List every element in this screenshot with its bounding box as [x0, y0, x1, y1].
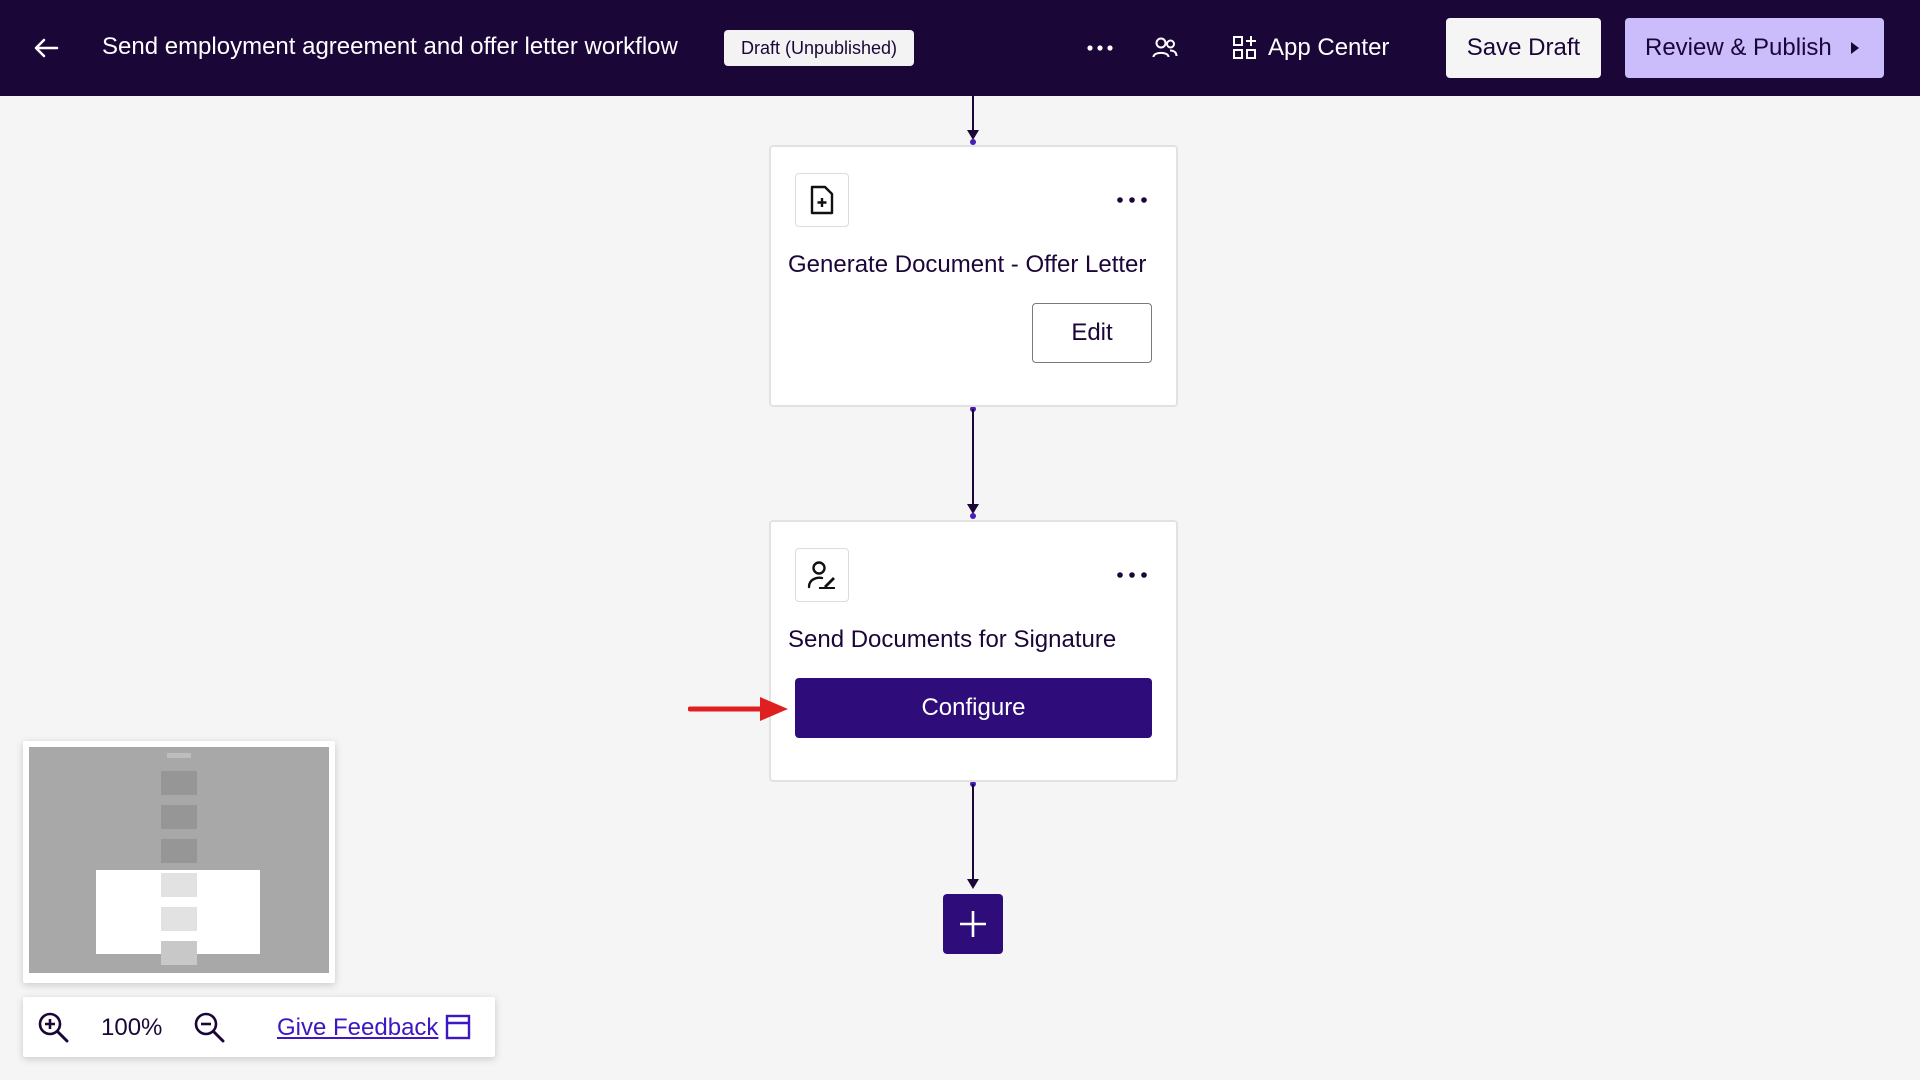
step-more-button[interactable]	[1112, 183, 1152, 217]
arrow-left-icon	[34, 38, 59, 58]
minimap-node	[161, 839, 197, 863]
minimap-node	[161, 873, 197, 897]
zoom-level: 100%	[101, 1014, 163, 1041]
more-horizontal-icon	[1087, 45, 1113, 51]
app-center-button[interactable]: App Center	[1232, 26, 1389, 70]
minimap-node	[161, 771, 197, 795]
app-grid-icon	[1233, 36, 1256, 59]
step-icon-box	[795, 173, 849, 227]
top-bar: Send employment agreement and offer lett…	[0, 0, 1920, 96]
connector-arrowhead	[967, 879, 979, 889]
step-title: Generate Document - Offer Letter	[788, 251, 1147, 278]
status-badge: Draft (Unpublished)	[724, 30, 914, 66]
feedback-window-icon[interactable]	[444, 1013, 472, 1041]
zoom-in-button[interactable]	[35, 1009, 71, 1045]
workflow-title: Send employment agreement and offer lett…	[102, 33, 678, 60]
edit-button[interactable]: Edit	[1032, 303, 1152, 363]
caret-right-icon	[1851, 42, 1859, 54]
zoom-in-icon	[38, 1012, 69, 1043]
configure-button[interactable]: Configure	[795, 678, 1152, 738]
users-icon	[1152, 37, 1178, 58]
minimap-node	[161, 805, 197, 829]
document-add-icon	[810, 185, 834, 215]
connector-line	[972, 96, 974, 133]
step-icon-box	[795, 548, 849, 602]
minimap[interactable]	[23, 741, 335, 983]
connector-line	[972, 409, 974, 506]
more-options-button[interactable]	[1080, 28, 1120, 68]
annotation-arrow-icon	[688, 697, 788, 721]
more-horizontal-icon	[1117, 572, 1147, 578]
plus-icon	[960, 911, 986, 937]
step-more-button[interactable]	[1112, 558, 1152, 592]
app-center-label: App Center	[1268, 34, 1390, 61]
add-step-button[interactable]	[943, 894, 1003, 954]
zoom-out-button[interactable]	[191, 1009, 227, 1045]
save-draft-button[interactable]: Save Draft	[1446, 18, 1601, 78]
step-card-generate-document[interactable]: Generate Document - Offer Letter Edit	[769, 145, 1178, 407]
collaborators-button[interactable]	[1145, 28, 1185, 68]
connector-port	[970, 513, 976, 519]
review-publish-label: Review & Publish	[1645, 34, 1832, 61]
more-horizontal-icon	[1117, 197, 1147, 203]
give-feedback-link[interactable]: Give Feedback	[277, 1014, 438, 1042]
step-card-send-for-signature[interactable]: Send Documents for Signature Configure	[769, 520, 1178, 782]
back-button[interactable]	[26, 28, 66, 68]
minimap-node	[161, 941, 197, 965]
connector-line	[972, 784, 974, 881]
minimap-node	[161, 907, 197, 931]
user-signature-icon	[807, 561, 835, 589]
review-publish-button[interactable]: Review & Publish	[1625, 18, 1884, 78]
zoom-out-icon	[194, 1012, 225, 1043]
minimap-canvas	[29, 747, 329, 973]
zoom-controls: 100% Give Feedback	[23, 997, 495, 1057]
step-title: Send Documents for Signature	[788, 626, 1117, 653]
minimap-node	[167, 753, 191, 758]
